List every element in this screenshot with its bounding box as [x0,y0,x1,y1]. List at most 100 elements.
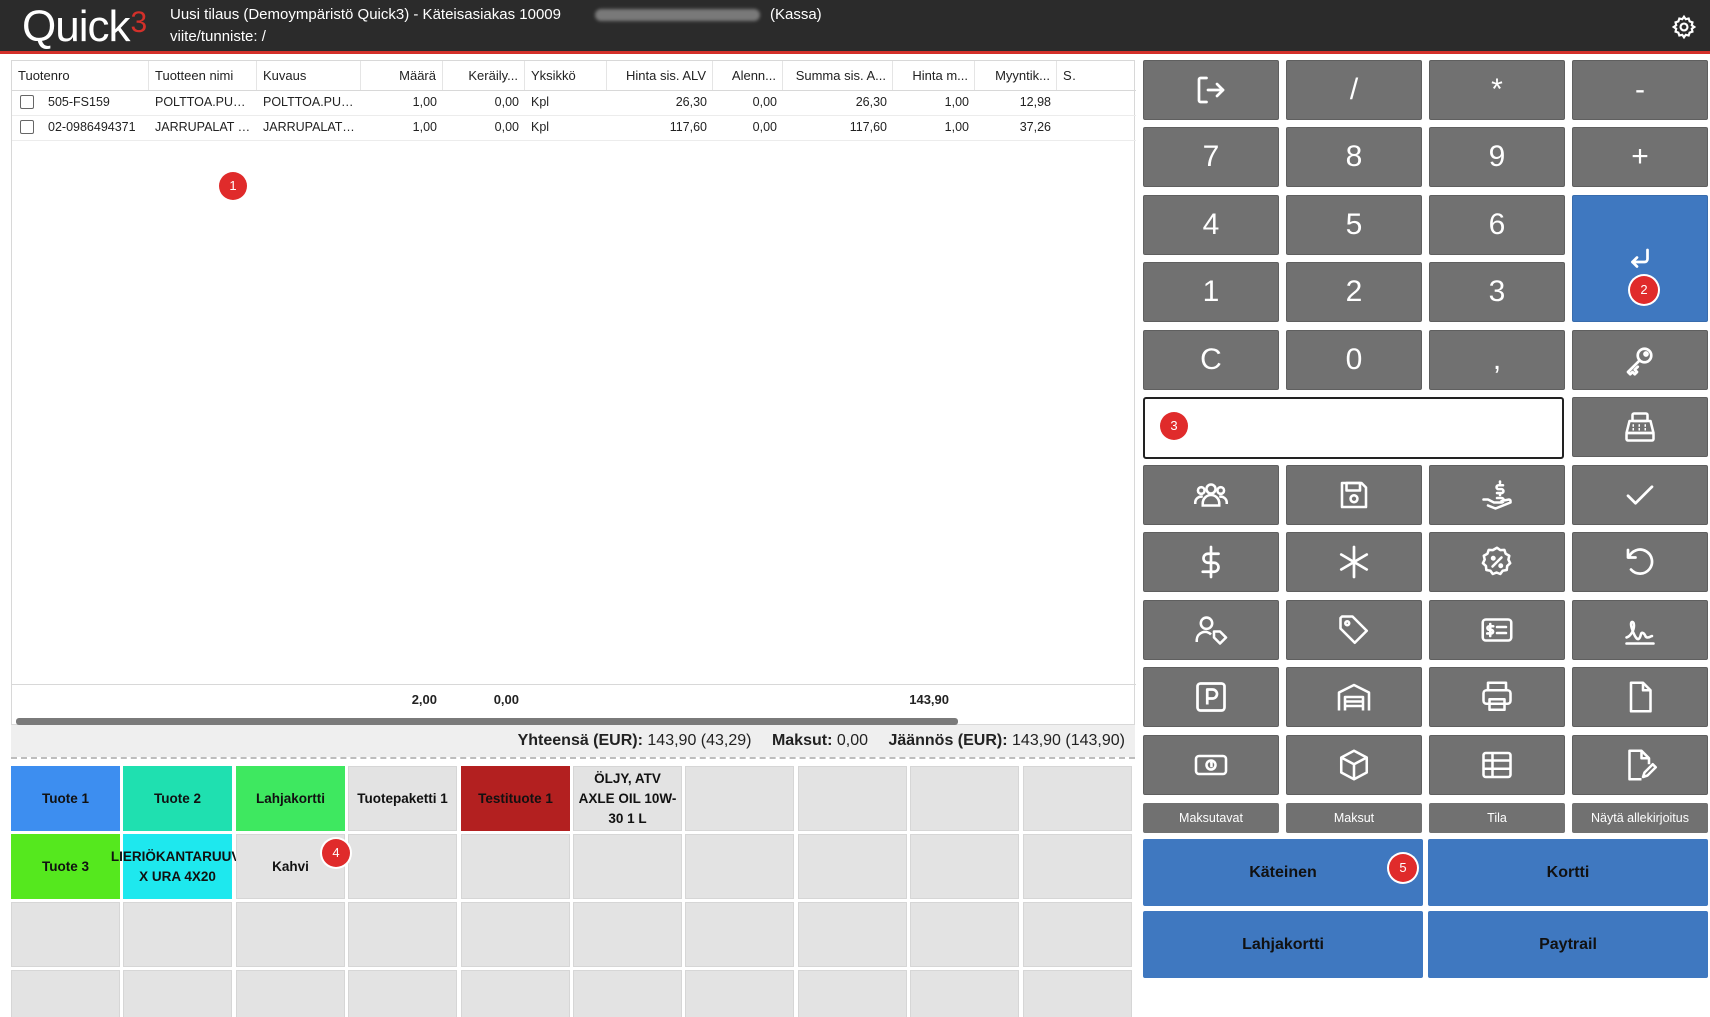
col-header-quantity[interactable]: Määrä [361,61,443,90]
key-icon [1626,347,1653,376]
confirm-button[interactable] [1572,465,1708,525]
product-tile[interactable]: Testituote 1 [461,766,570,831]
empty-tile [348,902,457,967]
horizontal-scrollbar[interactable] [16,718,958,725]
col-header-unit[interactable]: Yksikkö [525,61,607,90]
document-edit-button[interactable] [1572,735,1708,795]
col-header-more[interactable]: S [1057,61,1077,90]
digit-0-key[interactable]: 0 [1286,330,1422,390]
undo-icon [1626,548,1654,575]
empty-tile [1023,902,1132,967]
digit-1-key[interactable]: 1 [1143,262,1279,322]
col-header-picking[interactable]: Keräily... [443,61,525,90]
row-checkbox[interactable] [20,120,34,134]
signature-button[interactable] [1572,600,1708,660]
paytrail-payment-button[interactable]: Paytrail [1428,911,1708,978]
print-button[interactable] [1429,667,1565,727]
digit-8-key[interactable]: 8 [1286,127,1422,187]
digit-9-key[interactable]: 9 [1429,127,1565,187]
parking-button[interactable] [1143,667,1279,727]
digit-4-key[interactable]: 4 [1143,195,1279,255]
cell-product-name: JARRUPALAT B... [155,120,257,134]
table-row[interactable]: 02-0986494371 JARRUPALAT B... JARRUPALAT… [12,115,1136,141]
digit-7-key[interactable]: 7 [1143,127,1279,187]
plus-key[interactable]: + [1572,127,1708,187]
product-tile[interactable]: LIERIÖKANTARUUVI X URA 4X20 [111,834,244,899]
empty-tile [910,834,1019,899]
payment-methods-button[interactable]: Maksutavat [1143,803,1279,833]
col-header-description[interactable]: Kuvaus [257,61,361,90]
total-label: Yhteensä (EUR): [517,732,643,749]
cell-unit: Kpl [531,120,550,134]
empty-tile [236,970,345,1017]
cell-description: POLTTOA.PUM... [263,95,361,109]
exit-button[interactable] [1143,60,1279,120]
digit-6-key[interactable]: 6 [1429,195,1565,255]
discount-icon [1481,546,1512,576]
product-tile[interactable]: Tuote 2 [123,766,232,831]
col-header-product-name[interactable]: Tuotteen nimi [149,61,257,90]
multiply-key[interactable]: * [1429,60,1565,120]
table-button[interactable] [1429,735,1565,795]
document-button[interactable] [1572,667,1708,727]
digit-3-key[interactable]: 3 [1429,262,1565,322]
card-payment-button[interactable] [1429,600,1565,660]
package-button[interactable] [1286,735,1422,795]
clear-key[interactable]: C [1143,330,1279,390]
product-tile[interactable]: Tuotepaketti 1 [348,766,457,831]
digit-2-key[interactable]: 2 [1286,262,1422,322]
payments-button[interactable]: Maksut [1286,803,1422,833]
product-tile[interactable]: Lahjakortti [236,766,345,831]
table-row[interactable]: 505-FS159 POLTTOA.PUMP... POLTTOA.PUM...… [12,90,1136,116]
divide-key[interactable]: / [1286,60,1422,120]
save-button[interactable] [1286,465,1422,525]
callout-badge-5: 5 [1389,854,1417,882]
product-tile[interactable]: ÖLJY, ATV AXLE OIL 10W-30 1 L [573,766,682,831]
tag-icon [1339,615,1369,645]
pos-keypad: / * - 7 8 9 + 4 5 6 1 2 3 C 0 , Maksutav… [1143,60,1708,1017]
show-signature-button[interactable]: Näytä allekirjoitus [1572,803,1708,833]
cash-payment-button[interactable]: Käteinen [1143,839,1423,906]
cash-register-button[interactable] [1572,397,1708,457]
undo-button[interactable] [1572,532,1708,592]
payments-label: Maksut: [771,732,833,749]
discount-button[interactable] [1429,532,1565,592]
payments-value: 0,00 [836,732,868,749]
customers-button[interactable] [1143,465,1279,525]
cell-sum: 26,30 [855,95,887,109]
digit-5-key[interactable]: 5 [1286,195,1422,255]
gear-icon[interactable] [1671,14,1697,40]
grid-header: Tuotenro Tuotteen nimi Kuvaus Määrä Kerä… [12,61,1136,91]
payout-button[interactable] [1429,465,1565,525]
asterisk-button[interactable] [1286,532,1422,592]
empty-tile [348,970,457,1017]
product-tile[interactable]: Tuote 1 [11,766,120,831]
cell-product-name: POLTTOA.PUMP... [155,95,257,109]
col-header-discount[interactable]: Alenn... [713,61,783,90]
cell-price-m: 1,00 [944,120,969,134]
cash-button[interactable] [1143,735,1279,795]
cell-picking: 0,00 [494,120,519,134]
col-header-sum-incl-vat[interactable]: Summa sis. A... [783,61,893,90]
minus-key[interactable]: - [1572,60,1708,120]
card-payment-method-button[interactable]: Kortti [1428,839,1708,906]
warehouse-button[interactable] [1286,667,1422,727]
cell-price: 26,30 [675,95,707,109]
col-header-price-m[interactable]: Hinta m... [893,61,975,90]
col-header-product-number[interactable]: Tuotenro [12,61,149,90]
status-button[interactable]: Tila [1429,803,1565,833]
row-checkbox[interactable] [20,95,34,109]
check-icon [1626,485,1654,505]
empty-tile [11,902,120,967]
decimal-comma-key[interactable]: , [1429,330,1565,390]
col-header-sales[interactable]: Myyntik... [975,61,1057,90]
gift-card-payment-button[interactable]: Lahjakortti [1143,911,1423,978]
key-button[interactable] [1572,330,1708,390]
product-tile[interactable]: Tuote 3 [11,834,120,899]
price-button[interactable] [1143,532,1279,592]
tag-button[interactable] [1286,600,1422,660]
col-header-price-incl-vat[interactable]: Hinta sis. ALV [607,61,713,90]
payout-icon [1482,480,1512,510]
customer-price-button[interactable] [1143,600,1279,660]
amount-input[interactable] [1143,397,1564,459]
